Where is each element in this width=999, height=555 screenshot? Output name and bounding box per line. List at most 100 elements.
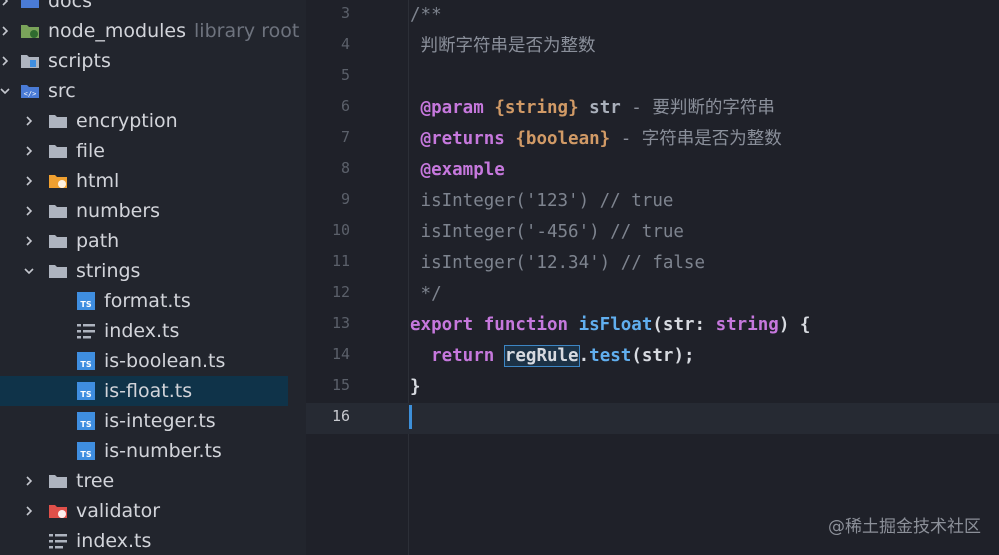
tree-item-label: node_modules: [48, 20, 187, 42]
chevron-right-icon[interactable]: [18, 166, 40, 196]
tree-item[interactable]: strings: [0, 256, 306, 286]
code-editor[interactable]: 3 /** 4 判断字符串是否为整数 5 6 @param {string} str -…: [306, 0, 999, 555]
code-text: isInteger('123') // true: [410, 189, 674, 213]
code-line[interactable]: 8 @example: [306, 155, 999, 186]
chevron-right-icon[interactable]: [18, 226, 40, 256]
code-token: (: [652, 315, 663, 335]
node-modules-folder-icon: [20, 21, 40, 41]
code-text: export function isFloat(str: string) {: [410, 313, 810, 337]
tree-item[interactable]: TS is-boolean.ts: [0, 346, 306, 376]
chevron-right-icon[interactable]: [18, 196, 40, 226]
tree-item-label: src: [48, 80, 76, 102]
folder-icon: [48, 111, 68, 131]
code-token: isInteger('-456') // true: [410, 222, 684, 242]
code-line[interactable]: 15}: [306, 372, 999, 403]
chevron-right-icon[interactable]: [18, 496, 40, 526]
docs-folder-icon: [20, 0, 40, 11]
code-line[interactable]: 13 export function isFloat(str: string) {: [306, 310, 999, 341]
scripts-folder-icon: [20, 51, 40, 71]
code-line[interactable]: 5: [306, 62, 999, 93]
tree-item[interactable]: </> src: [0, 76, 306, 106]
code-line[interactable]: 7 @returns {boolean} - 字符串是否为整数: [306, 124, 999, 155]
code-text: @returns {boolean} - 字符串是否为整数: [410, 127, 782, 151]
code-line[interactable]: 11 isInteger('12.34') // false: [306, 248, 999, 279]
tree-item[interactable]: html: [0, 166, 306, 196]
tree-item[interactable]: numbers: [0, 196, 306, 226]
tree-item-label: index.ts: [76, 530, 152, 552]
code-line[interactable]: 6 @param {string} str - 要判断的字符串: [306, 93, 999, 124]
typescript-file-icon: TS: [76, 441, 96, 461]
index-file-icon: [76, 321, 96, 341]
code-token: function: [483, 315, 569, 335]
typescript-file-icon: TS: [76, 351, 96, 371]
chevron-right-icon[interactable]: [0, 16, 16, 46]
chevron-right-icon[interactable]: [18, 106, 40, 136]
code-line[interactable]: 3 /**: [306, 0, 999, 31]
chevron-right-icon[interactable]: [0, 0, 16, 16]
svg-text:</>: </>: [24, 90, 37, 98]
tree-item[interactable]: TS is-number.ts: [0, 436, 306, 466]
chevron-right-icon[interactable]: [18, 136, 40, 166]
chevron-right-icon[interactable]: [18, 466, 40, 496]
tree-item[interactable]: validator: [0, 496, 306, 526]
tree-item-label: scripts: [48, 50, 111, 72]
watermark: @稀土掘金技术社区: [828, 517, 981, 537]
code-line[interactable]: 14 return regRule.test(str);: [306, 341, 999, 372]
tree-item-label: docs: [48, 0, 93, 12]
chevron-down-icon[interactable]: [0, 76, 16, 106]
code-text: isInteger('12.34') // false: [410, 251, 705, 275]
code-text: /**: [410, 3, 442, 27]
typescript-file-icon: TS: [76, 411, 96, 431]
code-token: }: [410, 377, 421, 397]
tree-item[interactable]: scripts: [0, 46, 306, 76]
code-token: {string}: [494, 98, 579, 118]
tree-item[interactable]: tree: [0, 466, 306, 496]
tree-item-label: path: [76, 230, 120, 252]
line-number: 11: [331, 252, 350, 270]
tree-item[interactable]: path: [0, 226, 306, 256]
svg-text:TS: TS: [80, 450, 91, 459]
line-number: 7: [340, 128, 350, 146]
chevron-down-icon[interactable]: [18, 256, 40, 286]
tree-item[interactable]: index.ts: [0, 316, 306, 346]
code-token: - 字符串是否为整数: [610, 129, 782, 149]
code-text: @example: [410, 158, 505, 182]
tree-item[interactable]: TS format.ts: [0, 286, 306, 316]
code-text: return regRule.test(str);: [410, 344, 695, 368]
code-token: 判断字符串是否为整数: [410, 36, 596, 56]
tree-item-label: validator: [76, 500, 161, 522]
folder-icon: [48, 261, 68, 281]
code-line[interactable]: 12 */: [306, 279, 999, 310]
src-folder-icon: </>: [20, 81, 40, 101]
svg-text:TS: TS: [80, 390, 91, 399]
validator-folder-icon: [48, 501, 68, 521]
index-file-icon: [48, 531, 68, 551]
tree-item[interactable]: encryption: [0, 106, 306, 136]
code-token: return: [431, 346, 495, 366]
code-line[interactable]: 10 isInteger('-456') // true: [306, 217, 999, 248]
code-token: export: [410, 315, 474, 335]
tree-item[interactable]: file: [0, 136, 306, 166]
tree-item[interactable]: docs: [0, 0, 306, 16]
code-token: :: [694, 315, 716, 335]
tree-item-label: is-number.ts: [104, 440, 222, 462]
line-number: 8: [340, 159, 350, 177]
tree-item[interactable]: TS is-integer.ts: [0, 406, 306, 436]
typescript-file-icon: TS: [76, 381, 96, 401]
code-line[interactable]: 4 判断字符串是否为整数: [306, 31, 999, 62]
chevron-right-icon[interactable]: [0, 46, 16, 76]
tree-item[interactable]: TS is-float.ts: [0, 376, 306, 406]
tree-item-label: strings: [76, 260, 141, 282]
tree-item[interactable]: index.ts: [0, 526, 306, 555]
code-token: @param: [410, 98, 484, 118]
code-token: string: [715, 315, 779, 335]
tree-item[interactable]: node_modules library root: [0, 16, 306, 46]
line-number: 4: [340, 35, 350, 53]
code-token: */: [410, 284, 442, 304]
code-line[interactable]: 9 isInteger('123') // true: [306, 186, 999, 217]
code-token: str: [589, 98, 621, 118]
